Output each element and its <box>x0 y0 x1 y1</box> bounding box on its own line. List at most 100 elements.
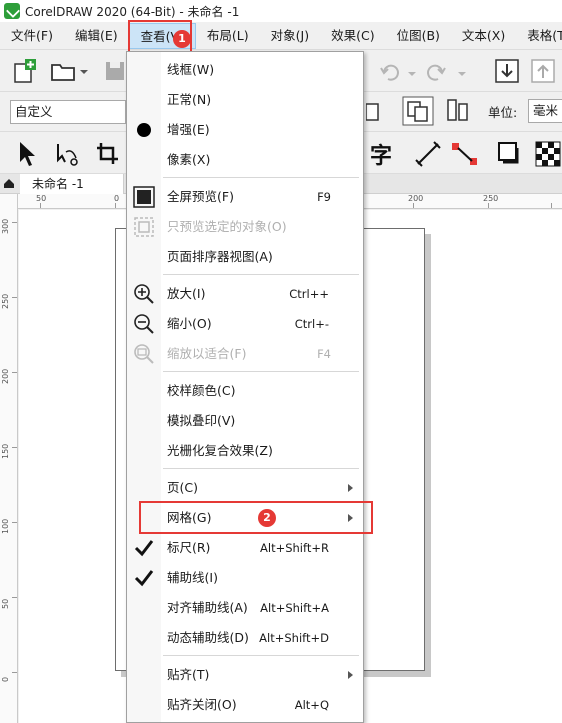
ruler-v-label: 50 <box>1 598 10 609</box>
menu-item-shortcut: Ctrl+- <box>294 317 329 331</box>
menu-separator <box>163 655 359 656</box>
menu-item-full-screen-preview[interactable]: 全屏预览(F) F9 <box>127 182 363 212</box>
save-icon[interactable] <box>104 60 126 82</box>
ruler-v-label: 200 <box>1 368 10 384</box>
text-tool-icon[interactable]: 字 <box>368 140 396 168</box>
menu-item-label: 贴齐(T) <box>167 667 210 682</box>
menu-item-label: 增强(E) <box>167 122 210 137</box>
connector-tool-icon[interactable] <box>450 140 480 168</box>
menu-item-alignment-guides[interactable]: 对齐辅助线(A) Alt+Shift+A <box>127 593 363 623</box>
export-icon[interactable] <box>530 58 556 84</box>
crop-tool-icon[interactable] <box>94 140 122 168</box>
home-icon[interactable] <box>3 178 15 189</box>
preview-selected-icon <box>134 217 154 237</box>
window-title: CorelDRAW 2020 (64-Bit) - 未命名 -1 <box>25 4 240 19</box>
callout-badge-1: 1 <box>173 30 191 48</box>
svg-text:字: 字 <box>370 143 392 168</box>
menu-item-shortcut: Alt+Shift+D <box>259 631 329 645</box>
callout-badge-2: 2 <box>258 509 276 527</box>
menu-item-shortcut: Ctrl++ <box>289 287 329 301</box>
all-pages-icon[interactable] <box>402 96 434 126</box>
menu-item-page-sorter-view[interactable]: 页面排序器视图(A) <box>127 242 363 272</box>
menu-item-label: 页(C) <box>167 480 198 495</box>
transparency-tool-icon[interactable] <box>534 140 562 168</box>
menu-item-simulate-overprints[interactable]: 模拟叠印(V) <box>127 406 363 436</box>
ruler-v-label: 250 <box>1 293 10 309</box>
ruler-h-label: 0 <box>114 194 120 203</box>
submenu-arrow-icon <box>348 484 353 492</box>
menu-item-preview-selected: 只预览选定的对象(O) <box>127 212 363 242</box>
vertical-ruler[interactable]: 300 250 200 150 100 50 0 <box>0 194 18 723</box>
shape-tool-icon[interactable] <box>52 140 82 168</box>
import-icon[interactable] <box>494 58 520 84</box>
menu-item-label: 缩小(O) <box>167 316 212 331</box>
menu-item-guidelines[interactable]: 辅助线(I) <box>127 563 363 593</box>
pick-tool-icon[interactable] <box>14 140 40 168</box>
dimension-tool-icon[interactable] <box>414 140 444 168</box>
drop-shadow-tool-icon[interactable] <box>496 140 524 168</box>
view-menu-dropdown: 线框(W) 正常(N) 增强(E) 像素(X) 全屏预览(F) F9 只预览选定… <box>126 51 364 723</box>
page-preset-select[interactable]: 自定义 <box>10 100 126 124</box>
menu-item-shortcut: Alt+Shift+R <box>260 541 329 555</box>
menu-item-page[interactable]: 页(C) <box>127 473 363 503</box>
menu-item-proof-colors[interactable]: 校样颜色(C) <box>127 376 363 406</box>
callout-grid-item <box>139 501 373 534</box>
menu-item-shortcut: Alt+Q <box>294 698 329 712</box>
menu-item-label: 动态辅助线(D) <box>167 630 249 645</box>
menu-effects[interactable]: 效果(C) <box>320 23 385 49</box>
menu-bitmaps[interactable]: 位图(B) <box>386 23 451 49</box>
unit-select[interactable]: 毫米 <box>528 99 562 123</box>
menu-item-pixels[interactable]: 像素(X) <box>127 145 363 175</box>
menu-text[interactable]: 文本(X) <box>451 23 516 49</box>
submenu-arrow-icon <box>348 671 353 679</box>
menu-item-label: 页面排序器视图(A) <box>167 249 273 264</box>
current-page-icon[interactable] <box>444 98 470 124</box>
menu-bar: 文件(F) 编辑(E) 查看(V) 布局(L) 对象(J) 效果(C) 位图(B… <box>0 22 562 50</box>
menu-item-zoom-in[interactable]: 放大(I) Ctrl++ <box>127 279 363 309</box>
menu-item-wireframe[interactable]: 线框(W) <box>127 55 363 85</box>
menu-item-enhanced[interactable]: 增强(E) <box>127 115 363 145</box>
menu-item-snap-to[interactable]: 贴齐(T) <box>127 660 363 690</box>
ruler-v-label: 150 <box>1 443 10 459</box>
ruler-v-label: 100 <box>1 518 10 534</box>
full-screen-preview-icon <box>133 186 155 208</box>
checkmark-icon <box>134 570 154 587</box>
ruler-h-label: 50 <box>36 194 47 203</box>
page-edge-icon[interactable] <box>366 102 380 122</box>
open-document-icon[interactable] <box>50 60 90 84</box>
menu-table[interactable]: 表格(T) <box>516 23 562 49</box>
menu-item-label: 缩放以适合(F) <box>167 346 247 361</box>
menu-item-normal[interactable]: 正常(N) <box>127 85 363 115</box>
menu-item-dynamic-guides[interactable]: 动态辅助线(D) Alt+Shift+D <box>127 623 363 653</box>
menu-item-label: 校样颜色(C) <box>167 383 236 398</box>
ruler-v-label: 300 <box>1 218 10 234</box>
menu-edit[interactable]: 编辑(E) <box>64 23 129 49</box>
checkmark-icon <box>134 540 154 557</box>
menu-item-label: 贴齐关闭(O) <box>167 697 237 712</box>
menu-item-label: 模拟叠印(V) <box>167 413 236 428</box>
menu-object[interactable]: 对象(J) <box>260 23 320 49</box>
new-document-icon[interactable] <box>12 58 38 84</box>
menu-item-shortcut: Alt+Shift+A <box>260 601 329 615</box>
zoom-out-icon <box>134 314 154 334</box>
menu-item-label: 只预览选定的对象(O) <box>167 219 287 234</box>
bullet-icon <box>137 123 151 137</box>
undo-redo-icons[interactable] <box>378 60 478 84</box>
unit-label: 单位: <box>488 105 518 120</box>
ruler-h-label: 250 <box>483 194 499 203</box>
menu-separator <box>163 274 359 275</box>
menu-file[interactable]: 文件(F) <box>0 23 64 49</box>
menu-layout[interactable]: 布局(L) <box>196 23 260 49</box>
menu-item-rasterize-complex-effects[interactable]: 光栅化复合效果(Z) <box>127 436 363 466</box>
menu-item-zoom-out[interactable]: 缩小(O) Ctrl+- <box>127 309 363 339</box>
menu-item-snap-off[interactable]: 贴齐关闭(O) Alt+Q <box>127 690 363 720</box>
menu-item-label: 光栅化复合效果(Z) <box>167 443 273 458</box>
ruler-h-label: 200 <box>408 194 424 203</box>
menu-item-label: 像素(X) <box>167 152 211 167</box>
coreldraw-logo-icon <box>4 3 20 19</box>
menu-item-rulers[interactable]: 标尺(R) Alt+Shift+R <box>127 533 363 563</box>
document-tab[interactable]: 未命名 -1 <box>20 174 124 194</box>
menu-separator <box>163 177 359 178</box>
zoom-to-fit-icon <box>134 344 154 364</box>
menu-item-shortcut: F4 <box>317 347 331 361</box>
